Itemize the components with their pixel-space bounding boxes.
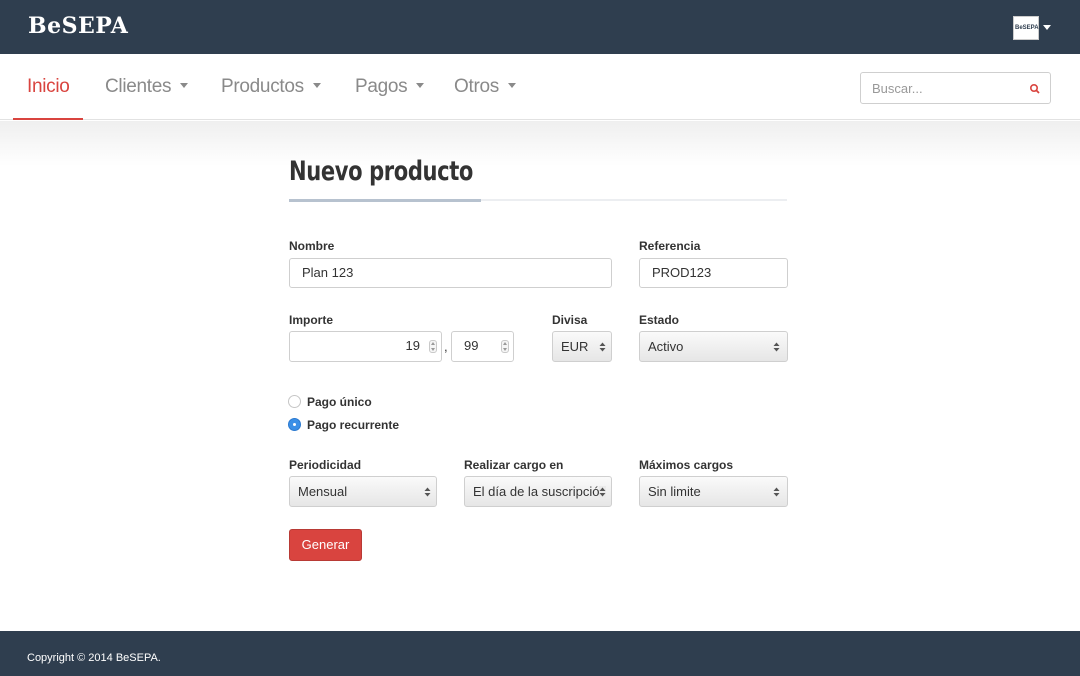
search-input[interactable] — [861, 73, 1021, 103]
caret-down-icon[interactable] — [1043, 25, 1051, 30]
divisa-value: EUR — [561, 339, 589, 354]
account-logo: BeSEPA — [1015, 25, 1039, 31]
account-avatar[interactable]: BeSEPA — [1013, 16, 1039, 40]
nav-item-pagos[interactable]: Pagos — [355, 54, 425, 120]
select-arrows-icon — [599, 486, 606, 498]
brand-logo[interactable]: BeSEPA — [28, 13, 128, 39]
search-icon[interactable] — [1029, 83, 1041, 95]
nombre-field[interactable]: Plan 123 — [289, 258, 612, 288]
maximos-cargos-value: Sin limite — [648, 484, 701, 499]
generar-button[interactable]: Generar — [289, 529, 362, 561]
radio-pago-recurrente[interactable] — [288, 418, 301, 431]
nav-item-label: Productos — [221, 76, 304, 97]
title-divider-accent — [289, 199, 481, 202]
content-area — [0, 121, 1080, 631]
nav-item-label: Inicio — [27, 76, 70, 97]
nav-item-otros[interactable]: Otros — [454, 54, 516, 120]
estado-select[interactable]: Activo — [639, 331, 788, 362]
realizar-cargo-value: El día de la suscripción — [473, 484, 607, 499]
decimal-separator: , — [444, 339, 448, 354]
stepper-icon[interactable] — [429, 340, 437, 353]
realizar-cargo-label: Realizar cargo en — [464, 458, 564, 472]
importe-decimals-field[interactable]: 99 — [451, 331, 514, 362]
copyright-text: Copyright © 2014 BeSEPA. — [27, 652, 161, 664]
select-arrows-icon — [773, 487, 780, 497]
search-box — [860, 72, 1051, 104]
importe-decimals-value: 99 — [464, 338, 479, 353]
nav-item-productos[interactable]: Productos — [221, 54, 321, 120]
importe-integer-value: 19 — [405, 338, 420, 353]
radio-pago-recurrente-label[interactable]: Pago recurrente — [307, 418, 399, 432]
maximos-cargos-label: Máximos cargos — [639, 458, 734, 472]
nav-item-inicio[interactable]: Inicio — [27, 54, 70, 120]
periodicidad-select[interactable]: Mensual — [289, 476, 437, 507]
radio-pago-unico[interactable] — [288, 395, 301, 408]
nombre-label: Nombre — [289, 239, 335, 253]
realizar-cargo-select[interactable]: El día de la suscripción — [464, 476, 612, 507]
importe-integer-field[interactable]: 19 — [289, 331, 442, 362]
select-arrows-icon — [773, 342, 780, 352]
estado-label: Estado — [639, 313, 680, 327]
select-arrows-icon — [424, 487, 431, 497]
radio-pago-unico-label[interactable]: Pago único — [307, 395, 372, 409]
nav-item-label: Clientes — [105, 76, 172, 97]
nav-item-label: Otros — [454, 76, 499, 97]
page-title: Nuevo producto — [289, 156, 473, 187]
top-bar: BeSEPA BeSEPA — [0, 0, 1080, 54]
active-nav-indicator — [13, 118, 83, 120]
nav-item-clientes[interactable]: Clientes — [105, 54, 189, 120]
stepper-icon[interactable] — [501, 340, 509, 353]
referencia-label: Referencia — [639, 239, 701, 253]
chevron-down-icon — [180, 83, 189, 89]
periodicidad-value: Mensual — [298, 484, 348, 499]
periodicidad-label: Periodicidad — [289, 458, 362, 472]
referencia-field[interactable]: PROD123 — [639, 258, 788, 288]
chevron-down-icon — [416, 83, 425, 89]
footer: Copyright © 2014 BeSEPA. — [0, 631, 1080, 676]
nav-item-label: Pagos — [355, 76, 408, 97]
divisa-label: Divisa — [552, 313, 588, 327]
select-arrows-icon — [599, 342, 606, 352]
importe-label: Importe — [289, 313, 334, 327]
estado-value: Activo — [648, 339, 684, 354]
chevron-down-icon — [507, 83, 516, 89]
divisa-select[interactable]: EUR — [552, 331, 612, 362]
chevron-down-icon — [312, 83, 321, 89]
maximos-cargos-select[interactable]: Sin limite — [639, 476, 788, 507]
